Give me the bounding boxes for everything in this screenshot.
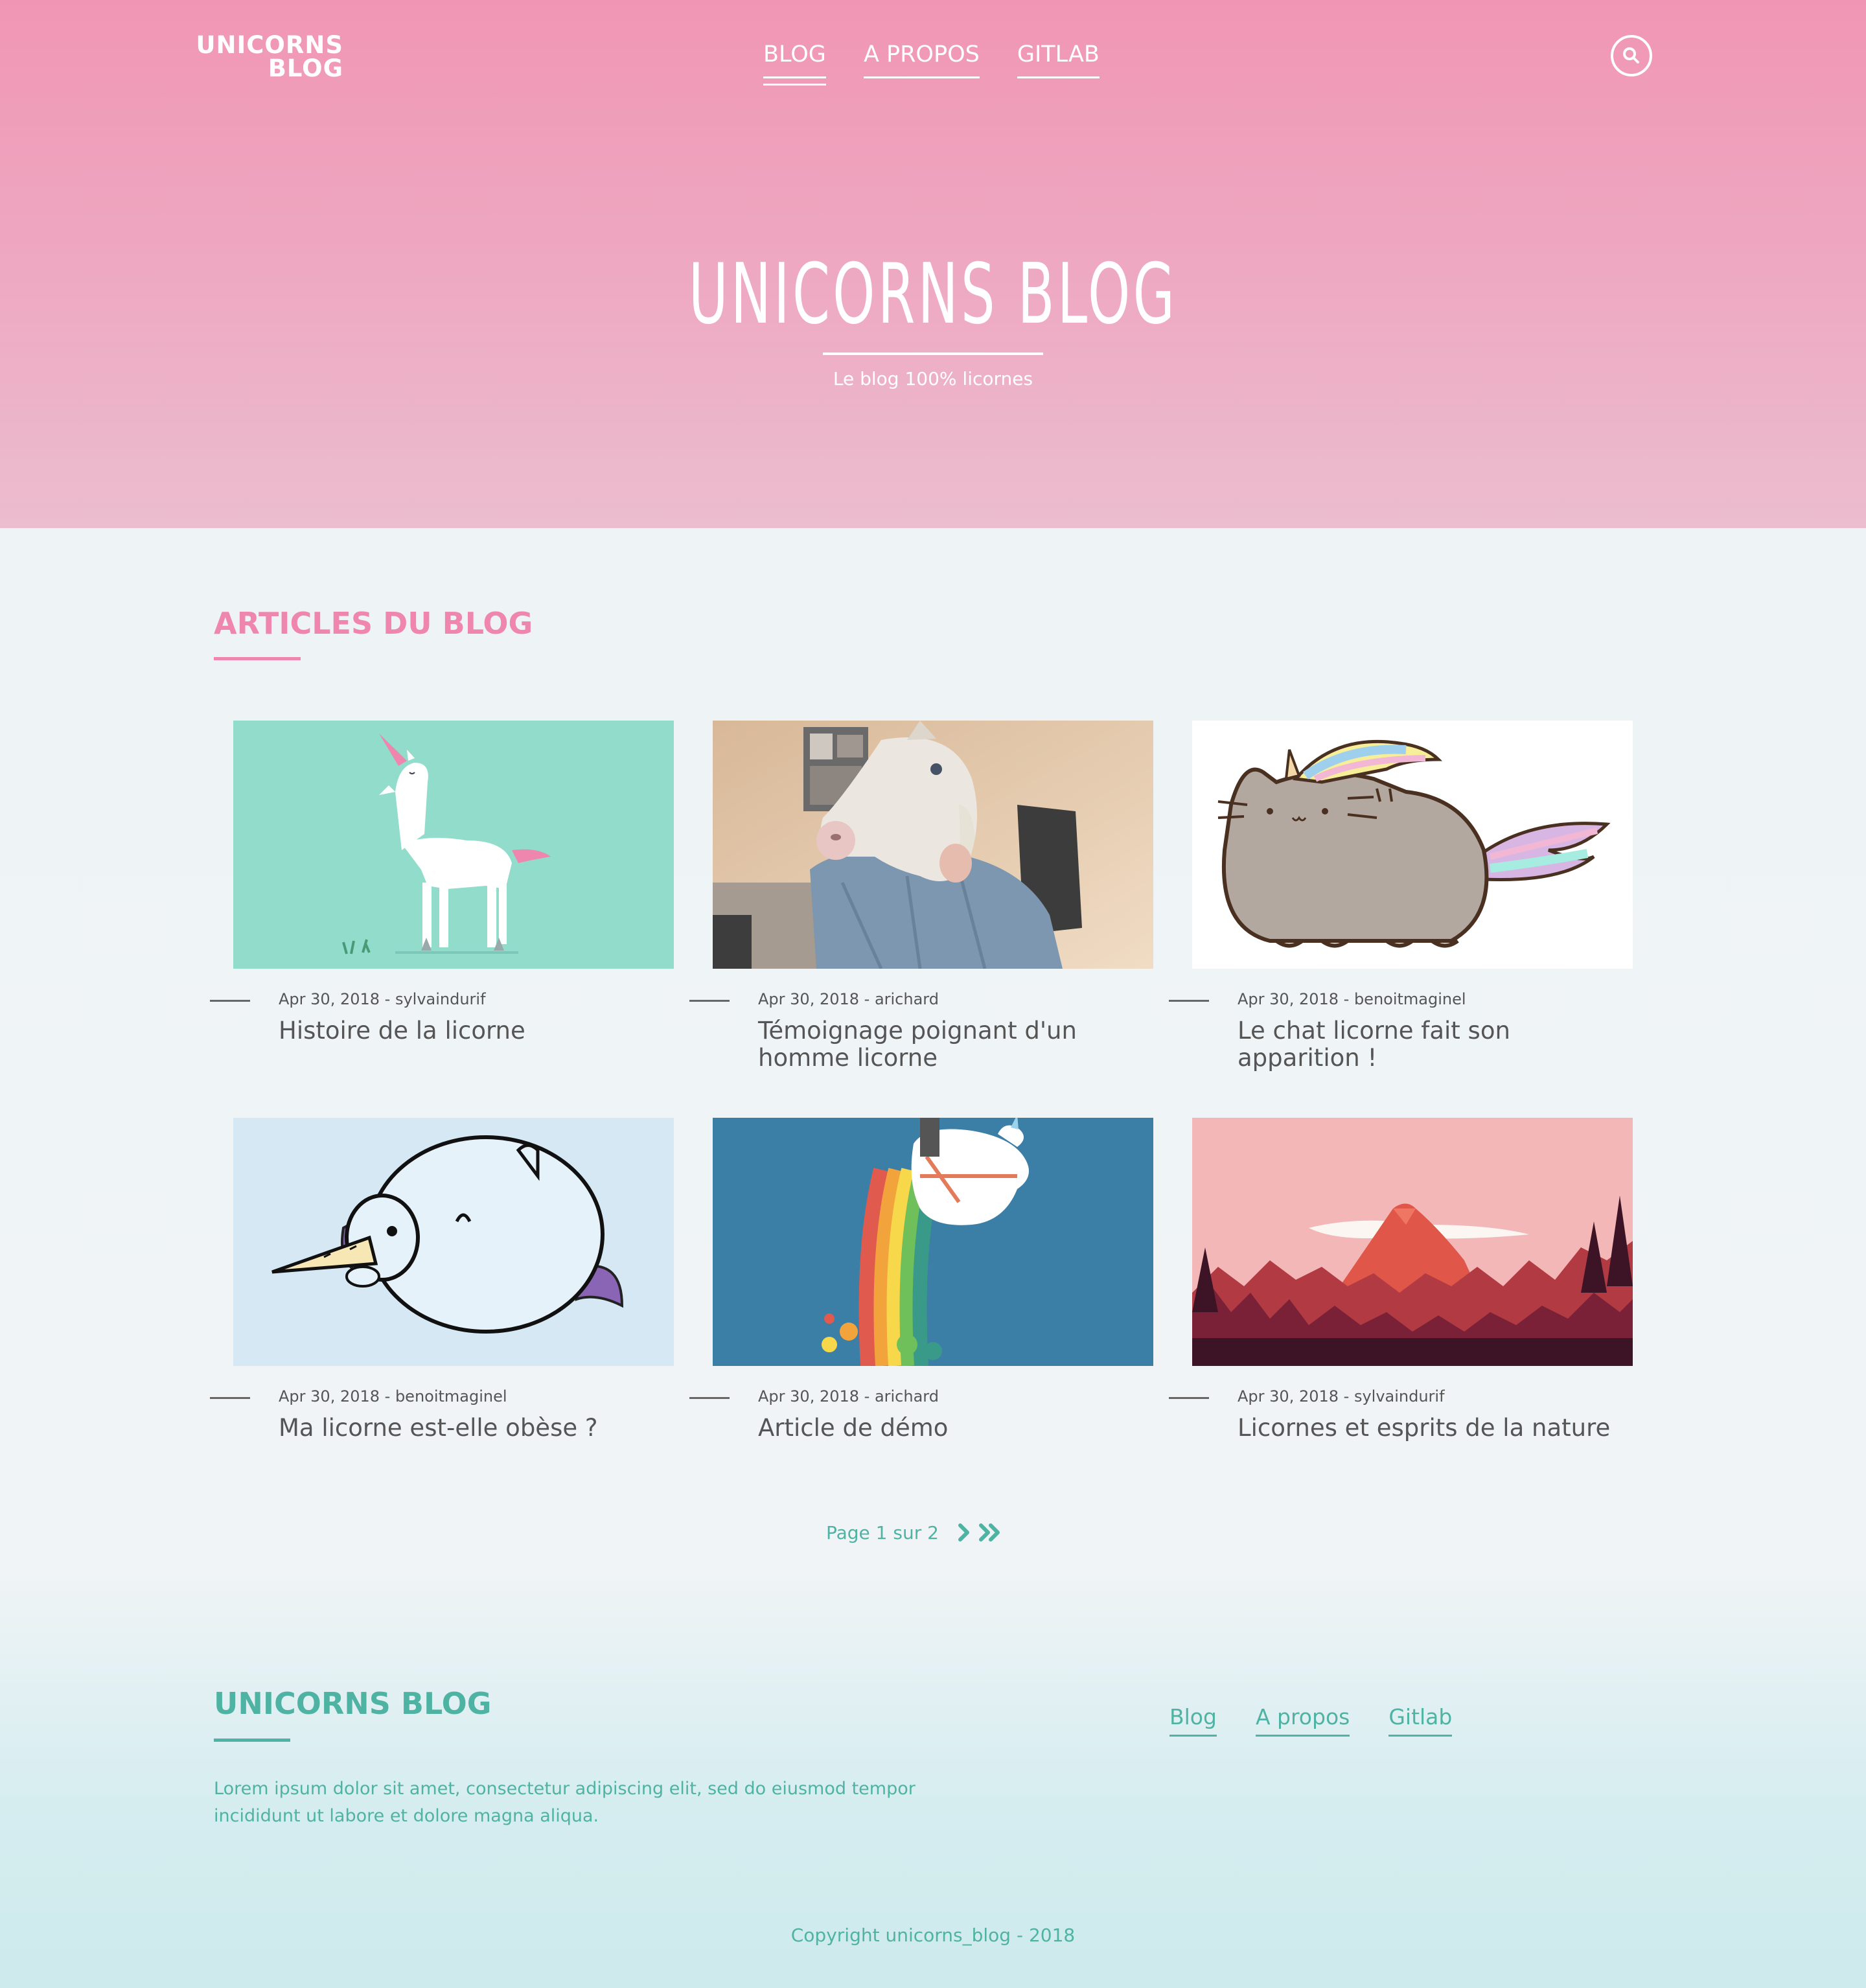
article-meta: Apr 30, 2018 - arichard: [758, 990, 939, 1008]
site-logo[interactable]: UNICORNS BLOG: [194, 31, 343, 82]
next-page-button[interactable]: [957, 1520, 971, 1545]
footer-link-a-propos[interactable]: A propos: [1255, 1704, 1350, 1737]
hero-header: UNICORNS BLOG BLOG A PROPOS GITLAB UNICO…: [0, 0, 1866, 528]
article-thumbnail[interactable]: [1192, 1118, 1633, 1366]
article-title[interactable]: Témoignage poignant d'un homme licorne: [758, 1017, 1160, 1072]
article-thumbnail[interactable]: [233, 721, 674, 969]
footer-divider: [214, 1739, 290, 1742]
hero-divider: [823, 353, 1043, 355]
footer-description: Lorem ipsum dolor sit amet, consectetur …: [214, 1779, 916, 1826]
article-title[interactable]: Histoire de la licorne: [279, 1017, 680, 1045]
article-meta: Apr 30, 2018 - sylvaindurif: [1238, 1387, 1445, 1405]
article-thumbnail[interactable]: [713, 1118, 1153, 1366]
nav-item-a-propos[interactable]: A PROPOS: [863, 41, 980, 78]
meta-dash: [689, 1000, 730, 1002]
unicorn-illustration-image: [233, 721, 674, 969]
article-title[interactable]: Licornes et esprits de la nature: [1238, 1415, 1639, 1442]
footer-nav: Blog A propos Gitlab: [1169, 1704, 1453, 1737]
hero-subtitle: Le blog 100% licornes: [833, 368, 1033, 389]
articles-section-divider: [214, 657, 301, 660]
rainbow-unicorn-illustration-image: [713, 1118, 1153, 1366]
articles-section-title: ARTICLES DU BLOG: [214, 606, 533, 641]
footer-title: UNICORNS BLOG: [214, 1686, 492, 1721]
pagination: Page 1 sur 2: [826, 1520, 1002, 1545]
meta-dash: [1169, 1000, 1209, 1002]
logo-line-1: UNICORNS: [196, 31, 343, 59]
copyright: Copyright unicorns_blog - 2018: [790, 1924, 1076, 1946]
meta-dash: [210, 1397, 250, 1399]
nav-item-blog[interactable]: BLOG: [763, 41, 826, 86]
mountain-landscape-image: [1192, 1118, 1633, 1366]
hero-title: UNICORNS BLOG: [688, 246, 1178, 343]
unicorn-cat-illustration-image: [1192, 721, 1633, 969]
footer-link-blog[interactable]: Blog: [1169, 1704, 1217, 1737]
meta-dash: [1169, 1397, 1209, 1399]
meta-dash: [210, 1000, 250, 1002]
double-chevron-right-icon: [978, 1523, 1000, 1542]
article-meta: Apr 30, 2018 - sylvaindurif: [279, 990, 486, 1008]
article-title[interactable]: Le chat licorne fait son apparition !: [1238, 1017, 1639, 1072]
article-thumbnail[interactable]: [713, 721, 1153, 969]
search-button[interactable]: [1611, 35, 1652, 76]
article-thumbnail[interactable]: [233, 1118, 674, 1366]
article-meta: Apr 30, 2018 - benoitmaginel: [1238, 990, 1466, 1008]
fat-unicorn-illustration-image: [233, 1118, 674, 1366]
pagination-label: Page 1 sur 2: [826, 1521, 939, 1543]
last-page-button[interactable]: [978, 1520, 1002, 1545]
main-nav: BLOG A PROPOS GITLAB: [763, 41, 1100, 86]
article-title[interactable]: Ma licorne est-elle obèse ?: [279, 1415, 680, 1442]
horse-mask-photo-image: [713, 721, 1153, 969]
article-meta: Apr 30, 2018 - arichard: [758, 1387, 939, 1405]
logo-line-2: BLOG: [268, 54, 343, 82]
article-title[interactable]: Article de démo: [758, 1415, 1160, 1442]
chevron-right-icon: [958, 1523, 969, 1542]
article-meta: Apr 30, 2018 - benoitmaginel: [279, 1387, 507, 1405]
nav-item-gitlab[interactable]: GITLAB: [1017, 41, 1100, 78]
meta-dash: [689, 1397, 730, 1399]
article-thumbnail[interactable]: [1192, 721, 1633, 969]
footer-link-gitlab[interactable]: Gitlab: [1388, 1704, 1453, 1737]
search-icon: [1623, 47, 1639, 64]
